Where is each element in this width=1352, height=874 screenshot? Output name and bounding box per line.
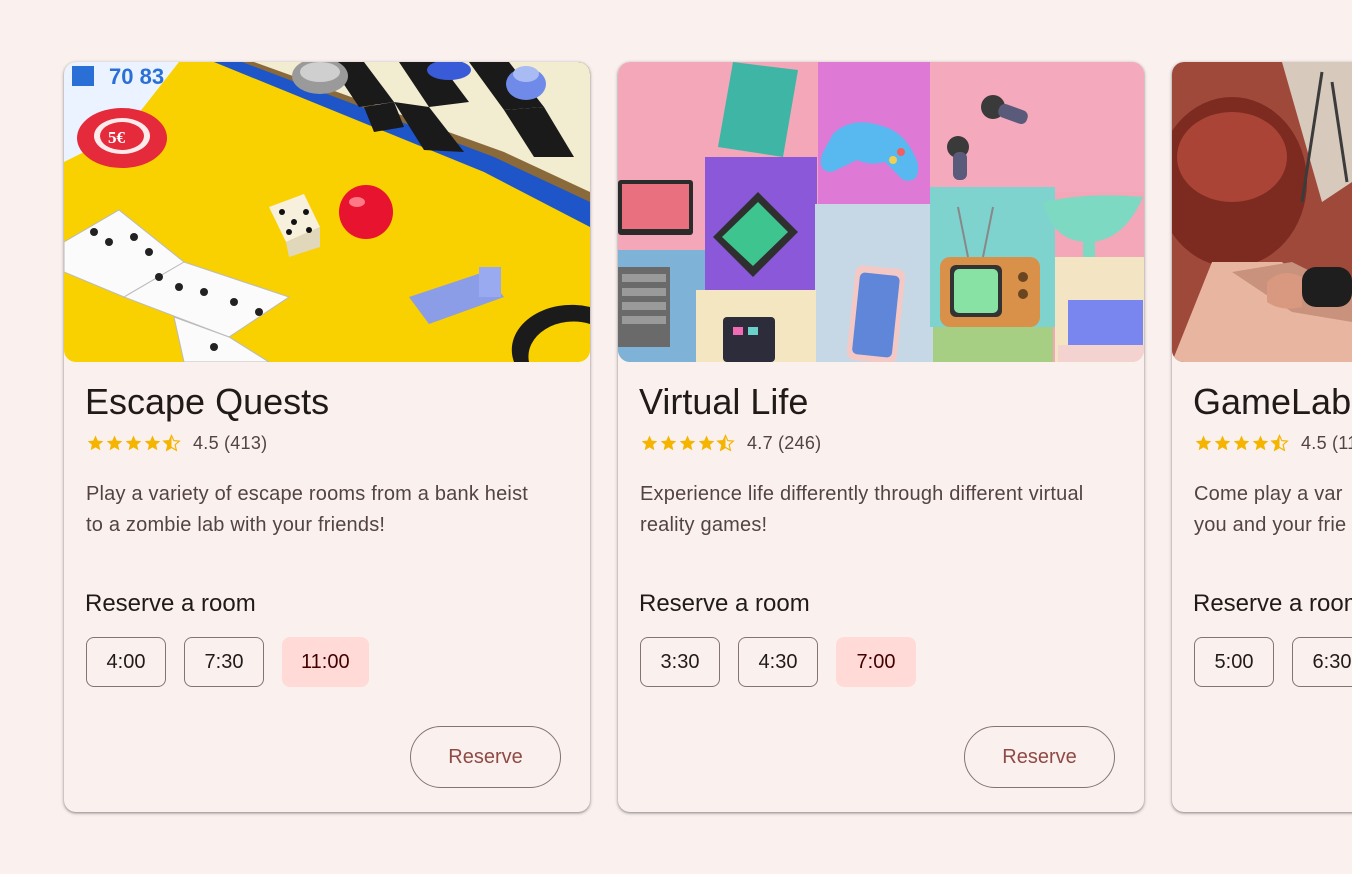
rating-value: 4.5 (1301, 432, 1327, 453)
star-half-icon (1270, 434, 1289, 452)
time-chip[interactable]: 7:30 (184, 637, 264, 687)
card-description: Come play a var you and your frie (1194, 483, 1347, 536)
card-description: Play a variety of escape rooms from a ba… (86, 483, 529, 536)
star-icon (1252, 435, 1269, 451)
time-chip-group: 3:30 4:30 7:00 (640, 637, 916, 687)
time-chip-selected[interactable]: 11:00 (282, 637, 369, 687)
time-chip[interactable]: 6:30 (1292, 637, 1352, 687)
svg-text:5€: 5€ (108, 128, 126, 147)
star-icon (1214, 435, 1231, 451)
star-icon (1233, 435, 1250, 451)
svg-text:70 83: 70 83 (109, 64, 164, 89)
reserve-button[interactable]: Reserve (410, 726, 561, 788)
reserve-heading: Reserve a room (85, 590, 256, 617)
venue-card-escape-quests[interactable]: 70 83 5€ Escape Quests 4.5 (413) Play a … (64, 62, 590, 812)
rating-row: 4.5 (413) (86, 432, 267, 454)
reserve-heading: Reserve a room (639, 590, 810, 617)
time-chip-group: 4:00 7:30 11:00 (86, 637, 369, 687)
star-icon (1195, 435, 1212, 451)
star-icon (698, 435, 715, 451)
time-chip-group: 5:00 6:30 (1194, 637, 1352, 687)
card-title: Escape Quests (85, 381, 330, 422)
star-icon (679, 435, 696, 451)
rating-row: 4.5 (11 (1194, 432, 1352, 454)
venue-carousel[interactable]: 70 83 5€ Escape Quests 4.5 (413) Play a … (0, 0, 1352, 874)
time-chip-selected[interactable]: 7:00 (836, 637, 916, 687)
card-title: Virtual Life (639, 381, 809, 422)
star-icon (660, 435, 677, 451)
review-count: (11 (1331, 432, 1352, 453)
card-image-board-games: 70 83 5€ (64, 62, 590, 362)
star-icon (144, 435, 161, 451)
reserve-heading: Reserve a room (1193, 590, 1352, 617)
card-image-vr-gadgets (618, 62, 1144, 362)
star-half-icon (162, 434, 181, 452)
star-icon (106, 435, 123, 451)
review-count: (246) (777, 432, 822, 453)
star-rating (86, 434, 181, 452)
card-image-gamer-controller (1172, 62, 1352, 362)
star-rating (1194, 434, 1289, 452)
venue-card-gamelabs[interactable]: GameLabs 4.5 (11 Come play a var you and… (1172, 62, 1352, 812)
star-icon (87, 435, 104, 451)
rating-row: 4.7 (246) (640, 432, 821, 454)
time-chip[interactable]: 4:30 (738, 637, 818, 687)
star-icon (641, 435, 658, 451)
time-chip[interactable]: 4:00 (86, 637, 166, 687)
star-icon (125, 435, 142, 451)
time-chip[interactable]: 3:30 (640, 637, 720, 687)
card-description: Experience life differently through diff… (640, 483, 1084, 536)
reserve-button[interactable]: Reserve (964, 726, 1115, 788)
rating-value: 4.7 (747, 432, 773, 453)
review-count: (413) (223, 432, 268, 453)
time-chip[interactable]: 5:00 (1194, 637, 1274, 687)
star-half-icon (716, 434, 735, 452)
card-title: GameLabs (1193, 381, 1352, 422)
rating-value: 4.5 (193, 432, 219, 453)
star-rating (640, 434, 735, 452)
venue-card-virtual-life[interactable]: Virtual Life 4.7 (246) Experience life d… (618, 62, 1144, 812)
